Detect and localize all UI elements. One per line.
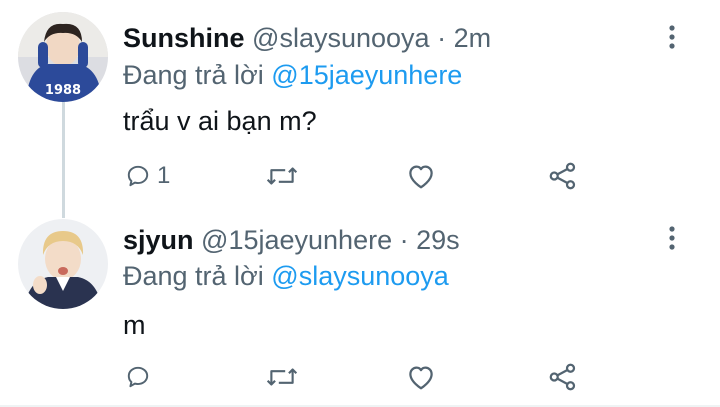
more-options-icon bbox=[669, 25, 675, 49]
avatar-image: 1988 bbox=[18, 12, 108, 102]
share-icon bbox=[549, 363, 576, 391]
reply-button[interactable]: 1 bbox=[125, 159, 170, 193]
replying-to-label: Đang trả lời bbox=[123, 261, 264, 291]
share-button[interactable] bbox=[548, 360, 578, 394]
replying-to-handle[interactable]: @15jaeyunhere bbox=[271, 60, 462, 90]
reply-count: 1 bbox=[157, 162, 171, 189]
display-name[interactable]: Sunshine bbox=[123, 23, 245, 53]
reply-icon bbox=[127, 366, 149, 388]
tweet-header: sjyun @15jaeyunhere · 29s bbox=[123, 224, 460, 256]
separator: · bbox=[399, 225, 409, 255]
reply-icon bbox=[127, 165, 149, 187]
tweet-header: Sunshine @slaysunooya · 2m bbox=[123, 22, 491, 54]
replying-to: Đang trả lời @15jaeyunhere bbox=[123, 59, 462, 91]
more-options-button[interactable] bbox=[662, 223, 682, 253]
avatar[interactable]: 1988 bbox=[18, 12, 108, 102]
timestamp[interactable]: 29s bbox=[416, 225, 460, 255]
like-icon bbox=[409, 366, 433, 390]
replying-to: Đang trả lời @slaysunooya bbox=[123, 260, 449, 292]
more-options-icon bbox=[669, 226, 675, 250]
timestamp[interactable]: 2m bbox=[454, 23, 492, 53]
like-button[interactable] bbox=[406, 360, 436, 394]
user-handle[interactable]: @slaysunooya bbox=[252, 23, 430, 53]
tweet-text: m bbox=[123, 310, 146, 340]
thread-connector-line bbox=[62, 100, 65, 218]
like-icon bbox=[409, 165, 433, 189]
retweet-icon bbox=[266, 368, 298, 386]
reply-button[interactable] bbox=[125, 360, 157, 394]
retweet-button[interactable] bbox=[265, 159, 299, 193]
more-options-button[interactable] bbox=[662, 22, 682, 52]
retweet-button[interactable] bbox=[265, 360, 299, 394]
share-button[interactable] bbox=[548, 159, 578, 193]
avatar-jersey-text: 1988 bbox=[45, 83, 81, 98]
like-button[interactable] bbox=[406, 159, 436, 193]
share-icon bbox=[549, 162, 576, 190]
display-name[interactable]: sjyun bbox=[123, 225, 194, 255]
avatar-image bbox=[18, 219, 108, 309]
user-handle[interactable]: @15jaeyunhere bbox=[201, 225, 392, 255]
replying-to-label: Đang trả lời bbox=[123, 60, 264, 90]
separator: · bbox=[437, 23, 447, 53]
retweet-icon bbox=[266, 167, 298, 185]
avatar[interactable] bbox=[18, 219, 108, 309]
tweet-text: trẩu v ai bạn m? bbox=[123, 106, 317, 136]
replying-to-handle[interactable]: @slaysunooya bbox=[271, 261, 449, 291]
